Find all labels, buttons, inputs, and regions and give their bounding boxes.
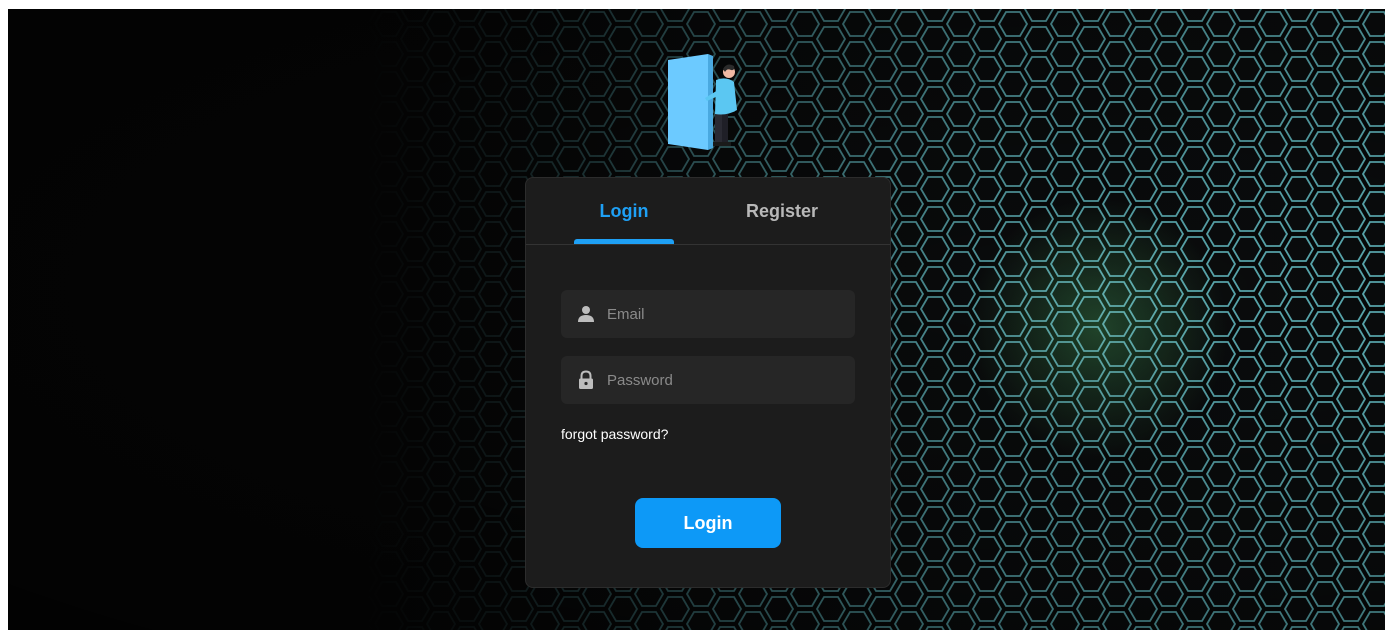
login-page: Login Register forgot password? Login [8, 9, 1385, 630]
auth-tabs: Login Register [526, 178, 890, 245]
password-field[interactable] [561, 356, 855, 404]
login-card: Login Register forgot password? Login [525, 177, 891, 588]
tab-register[interactable]: Register [732, 178, 832, 244]
forgot-password-link[interactable]: forgot password? [561, 426, 668, 442]
tab-login[interactable]: Login [574, 178, 674, 244]
email-field[interactable] [561, 290, 855, 338]
user-icon [578, 306, 594, 322]
person-entering-door-illustration [668, 54, 737, 150]
email-input[interactable] [607, 290, 843, 338]
active-tab-indicator [574, 239, 674, 244]
password-input[interactable] [607, 356, 843, 404]
lock-icon [579, 370, 593, 389]
login-button[interactable]: Login [635, 498, 781, 548]
